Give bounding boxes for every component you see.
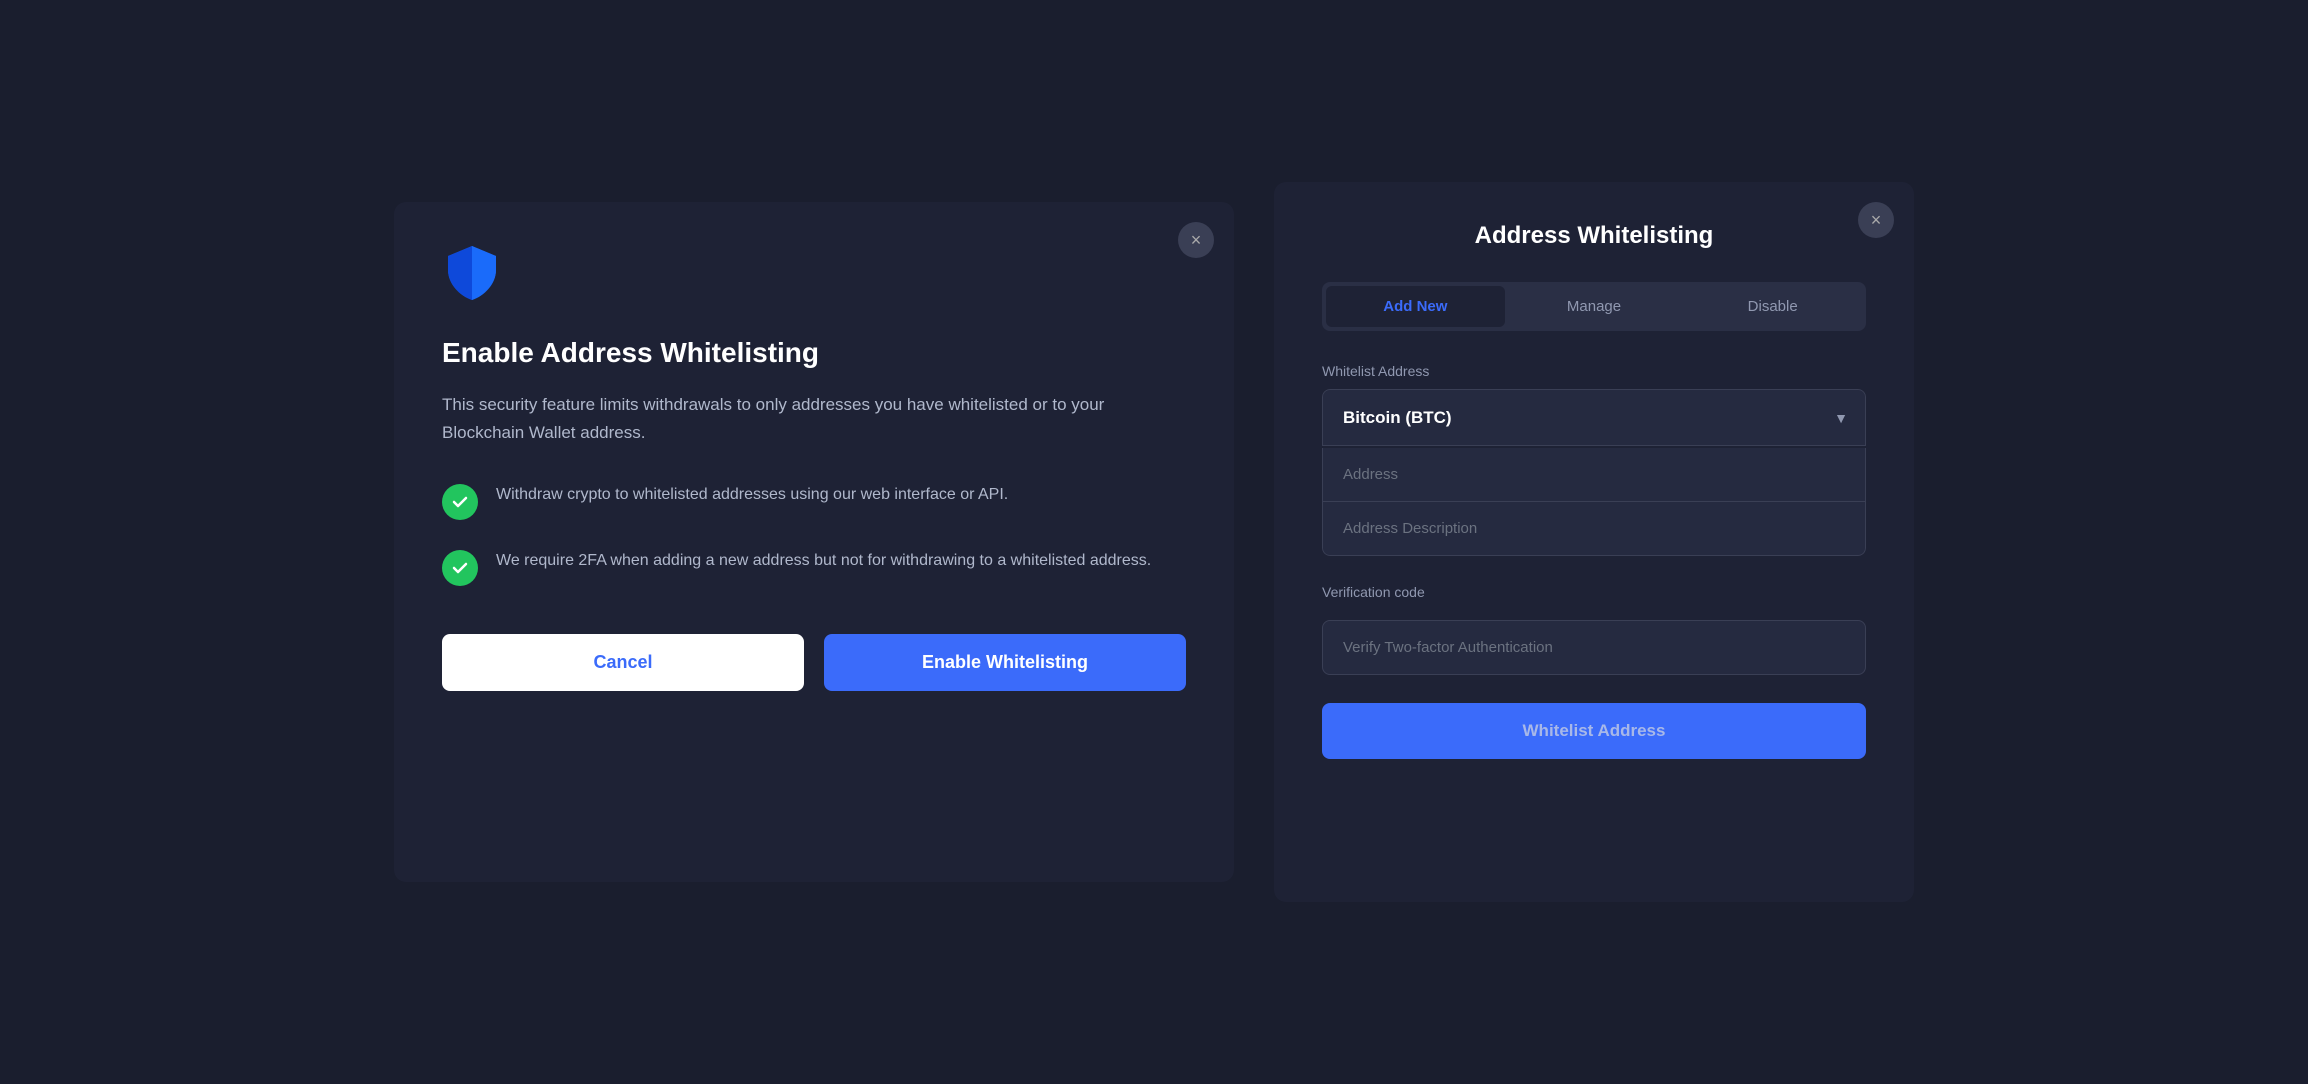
address-input[interactable] [1322, 448, 1866, 502]
right-panel: × Address Whitelisting Add New Manage Di… [1274, 182, 1914, 902]
left-panel: × Enable Address Whitelisting This secur… [394, 202, 1234, 882]
whitelist-address-button[interactable]: Whitelist Address [1322, 703, 1866, 759]
address-description-input[interactable] [1322, 502, 1866, 556]
whitelist-address-label: Whitelist Address [1322, 363, 1866, 379]
feature-list: Withdraw crypto to whitelisted addresses… [442, 482, 1186, 586]
left-panel-description: This security feature limits withdrawals… [442, 391, 1186, 445]
right-panel-title: Address Whitelisting [1322, 222, 1866, 250]
verification-code-label: Verification code [1322, 584, 1866, 600]
enable-whitelisting-button[interactable]: Enable Whitelisting [824, 634, 1186, 691]
shield-icon-wrapper [442, 242, 1186, 307]
feature-text-1: Withdraw crypto to whitelisted addresses… [496, 482, 1008, 508]
tab-add-new[interactable]: Add New [1326, 286, 1505, 327]
tab-manage[interactable]: Manage [1505, 286, 1684, 327]
tab-row: Add New Manage Disable [1322, 282, 1866, 331]
verification-input[interactable] [1322, 620, 1866, 675]
left-panel-title: Enable Address Whitelisting [442, 335, 1186, 371]
check-icon-1 [442, 484, 478, 520]
verification-section: Verification code [1322, 584, 1866, 675]
left-close-button[interactable]: × [1178, 222, 1214, 258]
cancel-button[interactable]: Cancel [442, 634, 804, 691]
tab-disable[interactable]: Disable [1683, 286, 1862, 327]
address-inputs-group: Bitcoin (BTC) ▼ [1322, 389, 1866, 556]
button-row: Cancel Enable Whitelisting [442, 634, 1186, 691]
right-close-button[interactable]: × [1858, 202, 1894, 238]
crypto-select[interactable]: Bitcoin (BTC) [1322, 389, 1866, 446]
check-icon-2 [442, 550, 478, 586]
crypto-select-wrapper: Bitcoin (BTC) ▼ [1322, 389, 1866, 446]
feature-item-1: Withdraw crypto to whitelisted addresses… [442, 482, 1186, 520]
feature-item-2: We require 2FA when adding a new address… [442, 548, 1186, 586]
shield-icon [442, 242, 502, 302]
feature-text-2: We require 2FA when adding a new address… [496, 548, 1151, 574]
screen-wrapper: × Enable Address Whitelisting This secur… [0, 0, 2308, 1084]
